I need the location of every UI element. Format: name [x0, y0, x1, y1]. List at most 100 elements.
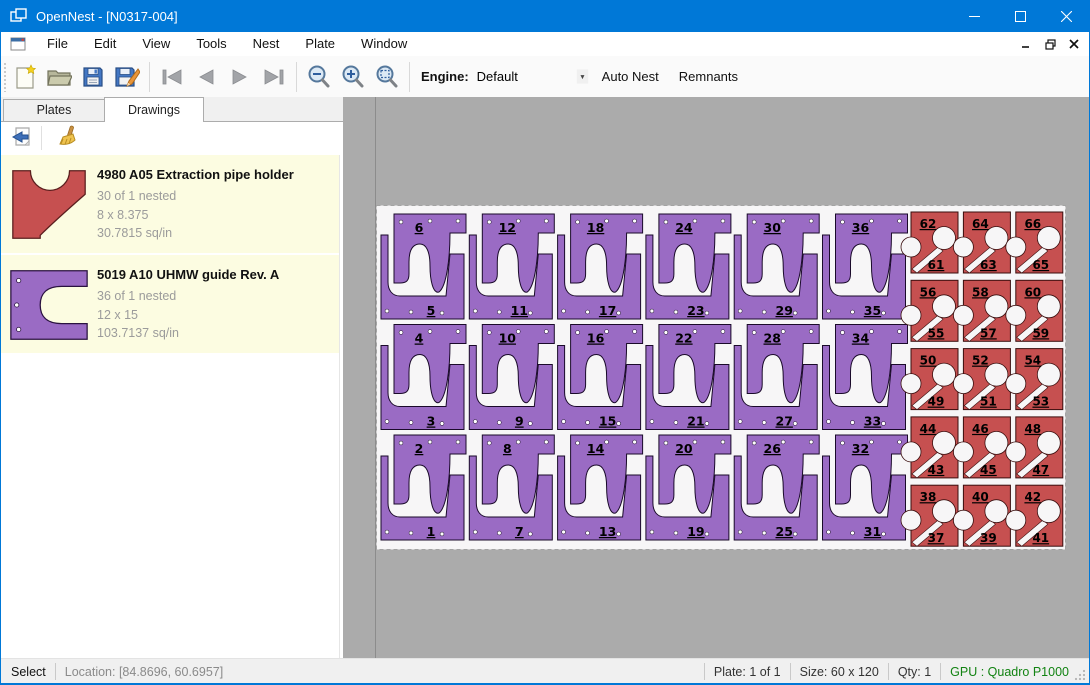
clean-button[interactable] — [52, 124, 82, 152]
go-last-button[interactable] — [257, 60, 291, 94]
part-hole — [752, 441, 756, 445]
clean-icon — [55, 125, 79, 151]
minimize-button[interactable] — [951, 0, 997, 32]
mdi-document-icon[interactable] — [10, 37, 26, 51]
part-hole — [664, 220, 668, 224]
go-first-button[interactable] — [155, 60, 189, 94]
part-hole — [664, 441, 668, 445]
zoom-fit-button[interactable] — [370, 60, 404, 94]
plate-view[interactable]: 6543211211109871817161514132423222120193… — [376, 205, 1066, 550]
part-hole — [841, 220, 845, 224]
go-next-icon — [228, 67, 252, 87]
save-as-icon — [114, 65, 140, 89]
panel-toolbar-separator — [41, 126, 42, 150]
engine-combo[interactable]: Default ▼ — [477, 67, 590, 86]
toolbar-separator — [409, 62, 410, 92]
part-hole — [409, 310, 413, 314]
drawing-list-item[interactable]: 4980 A05 Extraction pipe holder 30 of 1 … — [1, 155, 339, 255]
part-hole — [664, 331, 668, 335]
part-number: 22 — [675, 331, 692, 346]
part-number: 10 — [499, 331, 517, 346]
part-hole — [456, 330, 460, 334]
menu-view[interactable]: View — [129, 32, 183, 56]
mdi-restore-icon — [1045, 39, 1056, 50]
go-next-button[interactable] — [223, 60, 257, 94]
status-separator — [704, 663, 705, 680]
part-number: 23 — [687, 303, 704, 318]
import-drawing-button[interactable] — [7, 124, 37, 152]
go-previous-button[interactable] — [189, 60, 223, 94]
part-hole — [721, 330, 725, 334]
part-hole — [633, 330, 637, 334]
close-button[interactable] — [1043, 0, 1089, 32]
part-number: 38 — [920, 490, 937, 504]
nest-canvas[interactable]: 6543211211109871817161514132423222120193… — [343, 97, 1090, 658]
menu-tools[interactable]: Tools — [183, 32, 239, 56]
mdi-restore-button[interactable] — [1041, 35, 1059, 53]
dropdown-icon[interactable]: ▼ — [577, 69, 588, 83]
menu-file[interactable]: File — [34, 32, 81, 56]
menu-plate[interactable]: Plate — [292, 32, 348, 56]
auto-nest-button[interactable]: Auto Nest — [594, 64, 667, 89]
part-number: 59 — [1032, 326, 1049, 340]
drawing-list-item[interactable]: 5019 A10 UHMW guide Rev. A 36 of 1 neste… — [1, 255, 339, 355]
mdi-minimize-icon — [1021, 39, 1031, 49]
pipe-notch — [1006, 374, 1026, 394]
part-hole — [898, 440, 902, 444]
part-number: 42 — [1024, 490, 1041, 504]
zoom-out-button[interactable] — [302, 60, 336, 94]
close-icon — [1061, 11, 1072, 22]
mdi-close-button[interactable] — [1065, 35, 1083, 53]
new-file-button[interactable] — [8, 60, 42, 94]
part-number: 9 — [515, 414, 524, 429]
mdi-window-controls — [1017, 32, 1083, 56]
part-hole — [827, 420, 831, 424]
menu-edit[interactable]: Edit — [81, 32, 129, 56]
open-file-button[interactable] — [42, 60, 76, 94]
part-hole — [576, 331, 580, 335]
part-hole — [738, 420, 742, 424]
part-hole — [693, 330, 697, 334]
part-hole — [428, 219, 432, 223]
tab-drawings[interactable]: Drawings — [104, 97, 204, 122]
part-hole — [586, 421, 590, 425]
part-hole — [440, 532, 444, 536]
part-number: 7 — [515, 524, 524, 539]
part-hole — [528, 532, 532, 536]
pipe-notch — [953, 510, 973, 530]
mdi-minimize-button[interactable] — [1017, 35, 1035, 53]
status-separator — [940, 663, 941, 680]
part-hole — [851, 531, 855, 535]
maximize-button[interactable] — [997, 0, 1043, 32]
tab-plates[interactable]: Plates — [3, 99, 105, 121]
drawing-size: 12 x 15 — [97, 306, 339, 325]
part-hole — [440, 311, 444, 315]
drawing-nested: 30 of 1 nested — [97, 187, 339, 206]
part-hole — [762, 421, 766, 425]
part-hole — [781, 330, 785, 334]
part-number: 60 — [1024, 285, 1041, 299]
part-number: 15 — [599, 414, 616, 429]
pipe-notch — [901, 510, 921, 530]
zoom-in-button[interactable] — [336, 60, 370, 94]
status-separator — [888, 663, 889, 680]
part-hole — [385, 420, 389, 424]
remnants-button[interactable]: Remnants — [671, 64, 746, 89]
part-number: 45 — [980, 463, 997, 477]
plate-indicator: Plate: 1 of 1 — [714, 665, 781, 679]
pipe-notch — [953, 374, 973, 394]
mode-indicator: Select — [11, 665, 46, 679]
part-hole — [409, 421, 413, 425]
part-hole — [674, 421, 678, 425]
part-number: 8 — [503, 441, 512, 456]
part-number: 5 — [427, 303, 436, 318]
save-as-button[interactable] — [110, 60, 144, 94]
part-number: 64 — [972, 217, 989, 231]
part-hole — [385, 530, 389, 534]
menu-window[interactable]: Window — [348, 32, 420, 56]
part-hole — [851, 421, 855, 425]
part-hole — [809, 440, 813, 444]
menu-nest[interactable]: Nest — [240, 32, 293, 56]
resize-grip-icon[interactable] — [1073, 668, 1087, 682]
save-button[interactable] — [76, 60, 110, 94]
